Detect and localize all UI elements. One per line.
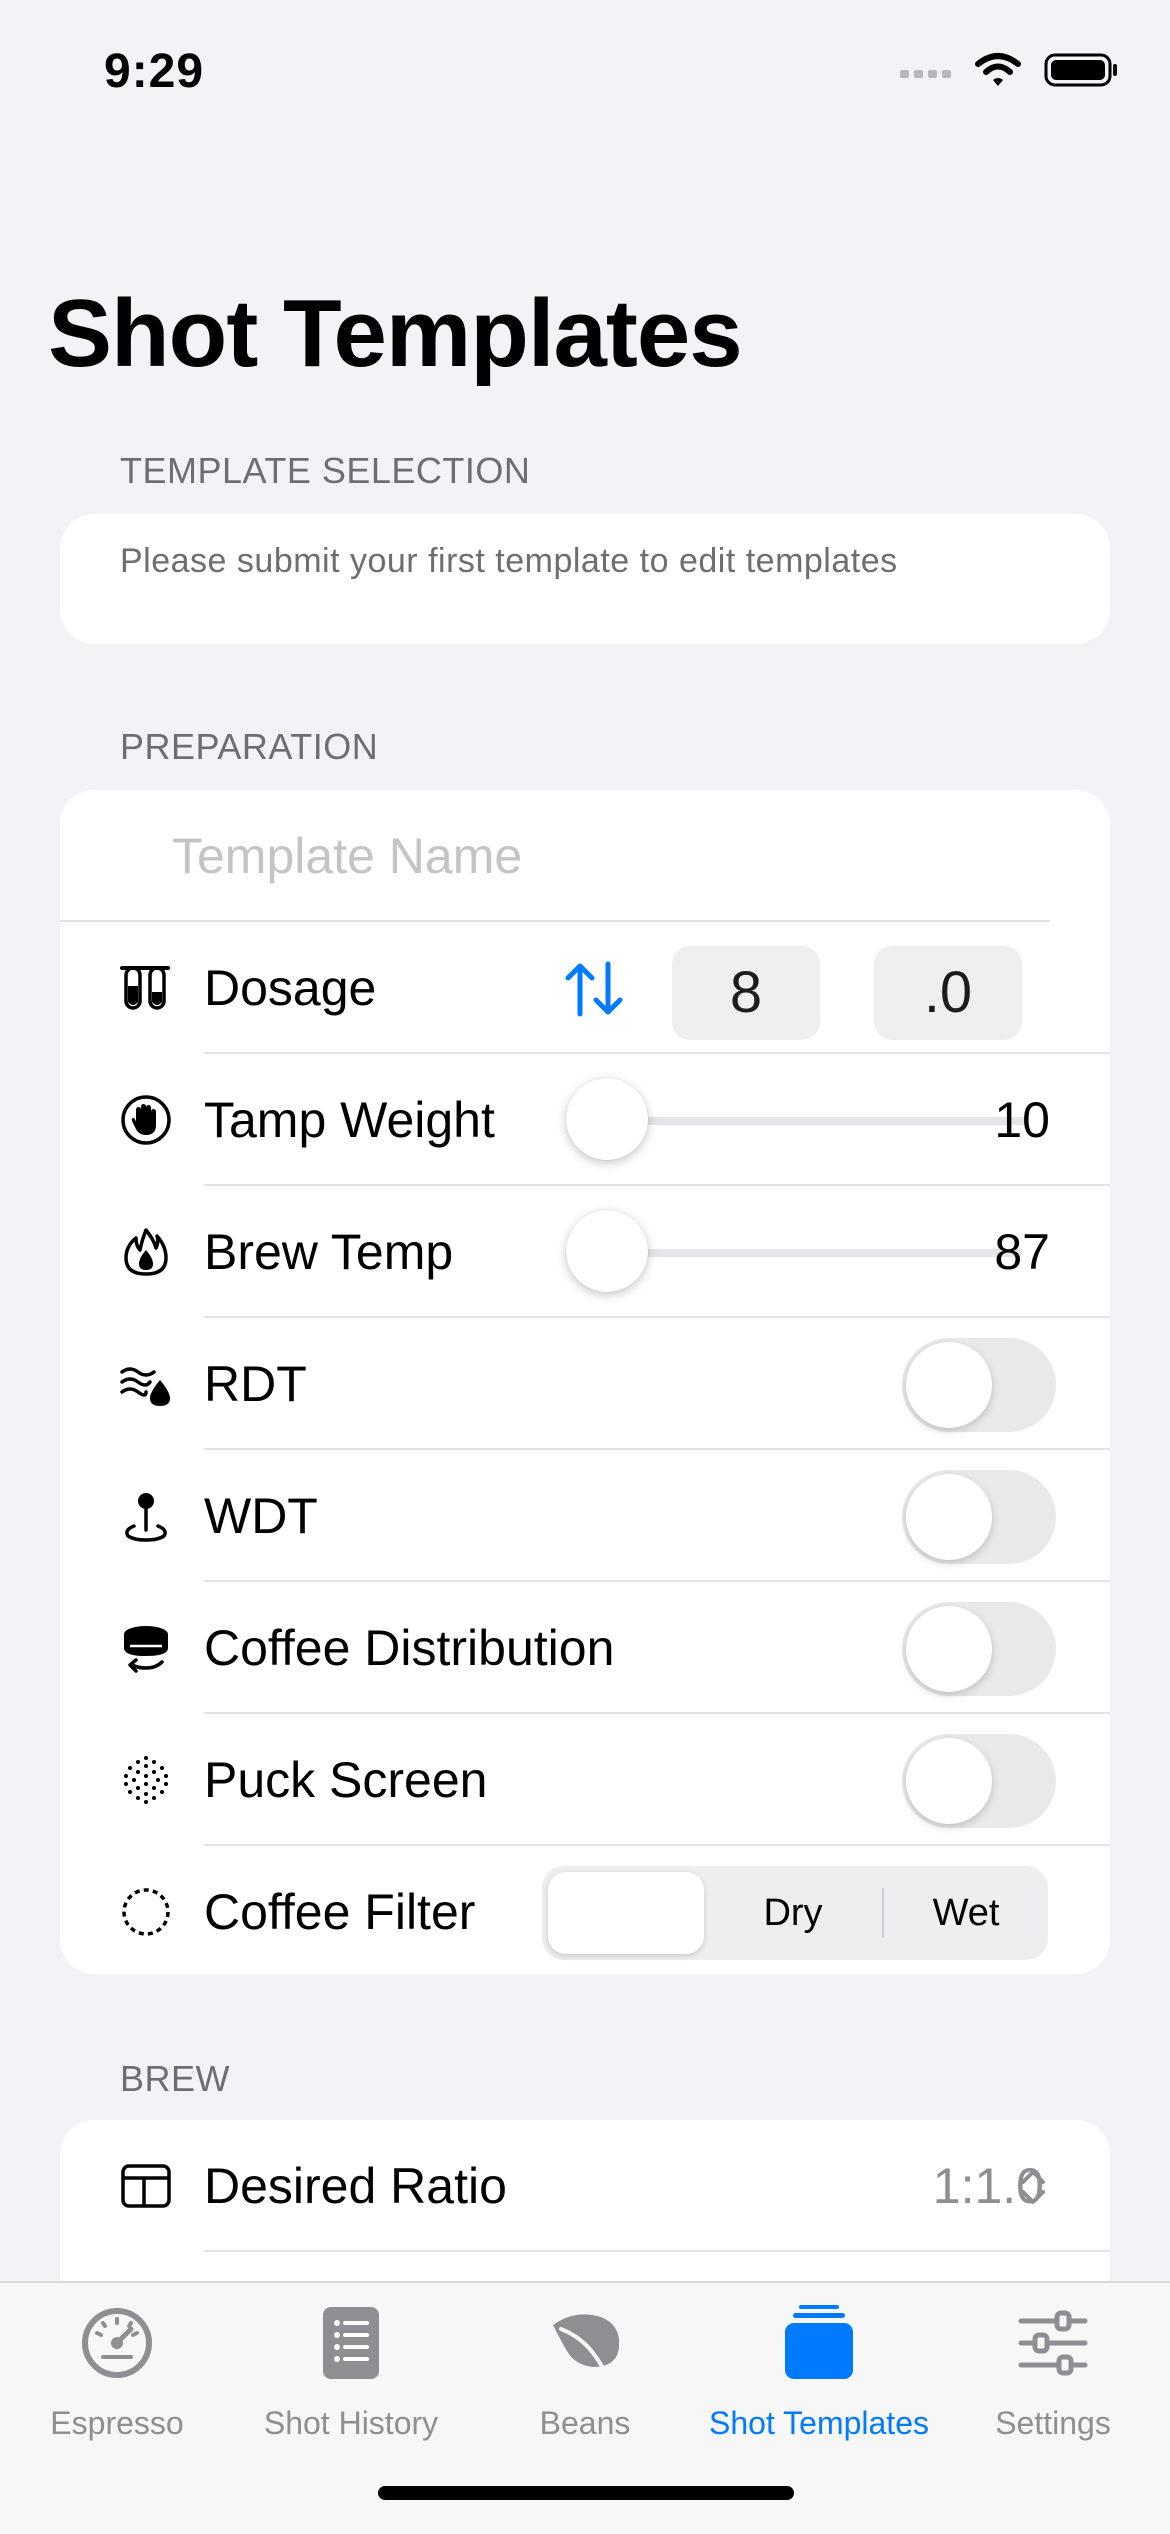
brew-temp-label: Brew Temp xyxy=(204,1224,454,1280)
wdt-toggle[interactable] xyxy=(902,1470,1056,1564)
brew-temp-slider-thumb[interactable] xyxy=(566,1210,648,1292)
swap-arrows-icon[interactable] xyxy=(562,960,626,1018)
sliders-icon xyxy=(1018,2310,1088,2376)
coffee-filter-option-none[interactable] xyxy=(548,1866,704,1960)
dashed-circle-icon xyxy=(122,1888,170,1936)
brew-temp-row: Brew Temp 87 xyxy=(60,1186,1110,1318)
desired-ratio-label: Desired Ratio xyxy=(204,2158,507,2214)
tab-beans[interactable]: Beans xyxy=(468,2283,702,2463)
gauge-icon xyxy=(82,2308,152,2378)
wifi-icon xyxy=(975,53,1021,86)
stack-icon xyxy=(785,2305,853,2379)
flame-icon xyxy=(124,1228,168,1276)
wdt-label: WDT xyxy=(204,1488,318,1544)
coffee-filter-option-dry[interactable]: Dry xyxy=(704,1866,882,1960)
status-bar: 9:29 xyxy=(0,0,1170,140)
brew-temp-value: 87 xyxy=(994,1224,1050,1280)
brew-header: BREW xyxy=(120,2058,230,2099)
template-selection-card: Please submit your first template to edi… xyxy=(60,514,1110,644)
coffee-filter-row: Coffee Filter Dry Wet xyxy=(60,1846,1110,1974)
rdt-label: RDT xyxy=(204,1356,307,1412)
coffee-distribution-label: Coffee Distribution xyxy=(204,1620,615,1676)
desired-ratio-row[interactable]: Desired Ratio 1:1.0 xyxy=(60,2120,1110,2252)
template-name-input[interactable] xyxy=(170,820,1054,892)
tab-label: Shot Templates xyxy=(709,2405,929,2441)
dosage-whole-picker[interactable]: 8 xyxy=(672,946,820,1040)
coffee-distribution-row: Coffee Distribution xyxy=(60,1582,1110,1714)
tab-espresso[interactable]: Espresso xyxy=(0,2283,234,2463)
tamp-weight-slider-thumb[interactable] xyxy=(566,1078,648,1160)
preparation-header: PREPARATION xyxy=(120,726,379,767)
pin-needle-icon xyxy=(125,1493,167,1542)
chevron-up-down-icon xyxy=(1021,2170,1045,2204)
test-tubes-icon xyxy=(120,966,170,1010)
ratio-frame-icon xyxy=(121,2164,171,2208)
dosage-label: Dosage xyxy=(204,960,377,1016)
coffee-distribution-toggle[interactable] xyxy=(902,1602,1056,1696)
hand-palm-icon xyxy=(121,1095,171,1145)
battery-icon xyxy=(1044,53,1117,87)
puck-screen-toggle[interactable] xyxy=(902,1734,1056,1828)
separator xyxy=(204,2250,1110,2252)
tamp-weight-row: Tamp Weight 10 xyxy=(60,1054,1110,1186)
tab-shot-history[interactable]: Shot History xyxy=(234,2283,468,2463)
tab-label: Shot History xyxy=(263,2405,439,2441)
tamp-weight-value: 10 xyxy=(994,1092,1050,1148)
rdt-row: RDT xyxy=(60,1318,1110,1450)
tab-settings[interactable]: Settings xyxy=(936,2283,1170,2463)
toggle-knob xyxy=(906,1606,992,1692)
puck-screen-label: Puck Screen xyxy=(204,1752,488,1808)
preparation-card: Dosage 8 .0 Tamp Weight 10 Brew Temp 87 xyxy=(60,790,1110,1974)
water-drop-wind-icon xyxy=(120,1367,170,1406)
toggle-knob xyxy=(906,1342,992,1428)
page-title: Shot Templates xyxy=(48,280,743,387)
tab-label: Settings xyxy=(995,2405,1111,2441)
distributor-rotate-icon xyxy=(124,1626,168,1673)
tamp-weight-label: Tamp Weight xyxy=(204,1092,495,1148)
coffee-filter-segmented-control: Dry Wet xyxy=(542,1866,1048,1960)
coffee-filter-label: Coffee Filter xyxy=(204,1884,476,1940)
dotted-grid-icon xyxy=(124,1756,168,1804)
leaf-icon xyxy=(553,2314,620,2379)
template-name-row xyxy=(60,790,1110,922)
tab-shot-templates[interactable]: Shot Templates xyxy=(702,2283,936,2463)
template-selection-hint: Please submit your first template to edi… xyxy=(120,542,898,580)
toggle-knob xyxy=(906,1738,992,1824)
status-time: 9:29 xyxy=(104,45,205,98)
toggle-knob xyxy=(906,1474,992,1560)
coffee-filter-option-wet[interactable]: Wet xyxy=(884,1866,1048,1960)
puck-screen-row: Puck Screen xyxy=(60,1714,1110,1846)
wdt-row: WDT xyxy=(60,1450,1110,1582)
template-selection-header: TEMPLATE SELECTION xyxy=(120,450,531,491)
home-indicator xyxy=(378,2486,794,2500)
rdt-toggle[interactable] xyxy=(902,1338,1056,1432)
dosage-fraction-picker[interactable]: .0 xyxy=(874,946,1022,1040)
list-icon xyxy=(323,2307,379,2379)
cellular-signal-icon xyxy=(900,70,951,78)
dosage-row: Dosage 8 .0 xyxy=(60,922,1110,1054)
tab-label: Espresso xyxy=(50,2405,184,2441)
tab-label: Beans xyxy=(539,2405,631,2441)
status-icons xyxy=(900,52,1118,88)
